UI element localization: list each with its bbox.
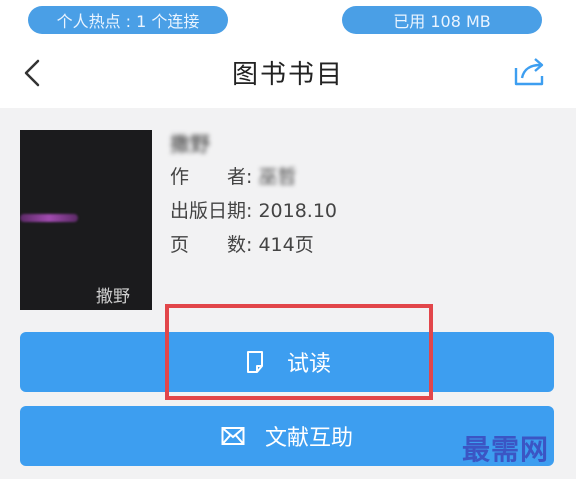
hotspot-status-pill: 个人热点 : 1 个连接 [28, 6, 228, 34]
author-label: 作 者: [170, 166, 253, 188]
page-count-label: 页 数: [170, 234, 253, 256]
book-cover-image: 撒野 [20, 130, 152, 310]
pub-date-row: 出版日期: 2018.10 [170, 194, 337, 228]
trial-read-label: 试读 [286, 352, 331, 377]
cover-decoration [20, 214, 78, 222]
share-icon[interactable] [512, 56, 548, 88]
document-icon [246, 351, 263, 373]
app-header: 图书书目 [0, 40, 576, 106]
data-usage-text: 已用 108 MB [393, 12, 491, 31]
book-name: 撒野 [170, 132, 210, 156]
hotspot-status-text: 个人热点 : 1 个连接 [56, 12, 200, 31]
author-row: 作 者: 巫哲 [170, 160, 337, 194]
page-count-row: 页 数: 414页 [170, 228, 337, 262]
mail-icon [221, 427, 245, 445]
page-count-value: 414页 [258, 234, 314, 256]
trial-read-button[interactable]: 试读 [20, 332, 554, 392]
pub-date-value: 2018.10 [258, 200, 338, 222]
book-detail-panel: 撒野 撒野 作 者: 巫哲 出版日期: 2018.10 页 数: 414页 试读 [0, 108, 576, 479]
page-title: 图书书目 [231, 60, 344, 90]
pub-date-label: 出版日期: [170, 200, 253, 222]
literature-help-label: 文献互助 [264, 426, 353, 451]
cover-title: 撒野 [96, 287, 130, 307]
watermark-text: 最需网 [462, 433, 550, 466]
author-value: 巫哲 [258, 166, 297, 188]
book-metadata: 撒野 作 者: 巫哲 出版日期: 2018.10 页 数: 414页 [170, 128, 337, 262]
data-usage-pill: 已用 108 MB [342, 6, 542, 34]
